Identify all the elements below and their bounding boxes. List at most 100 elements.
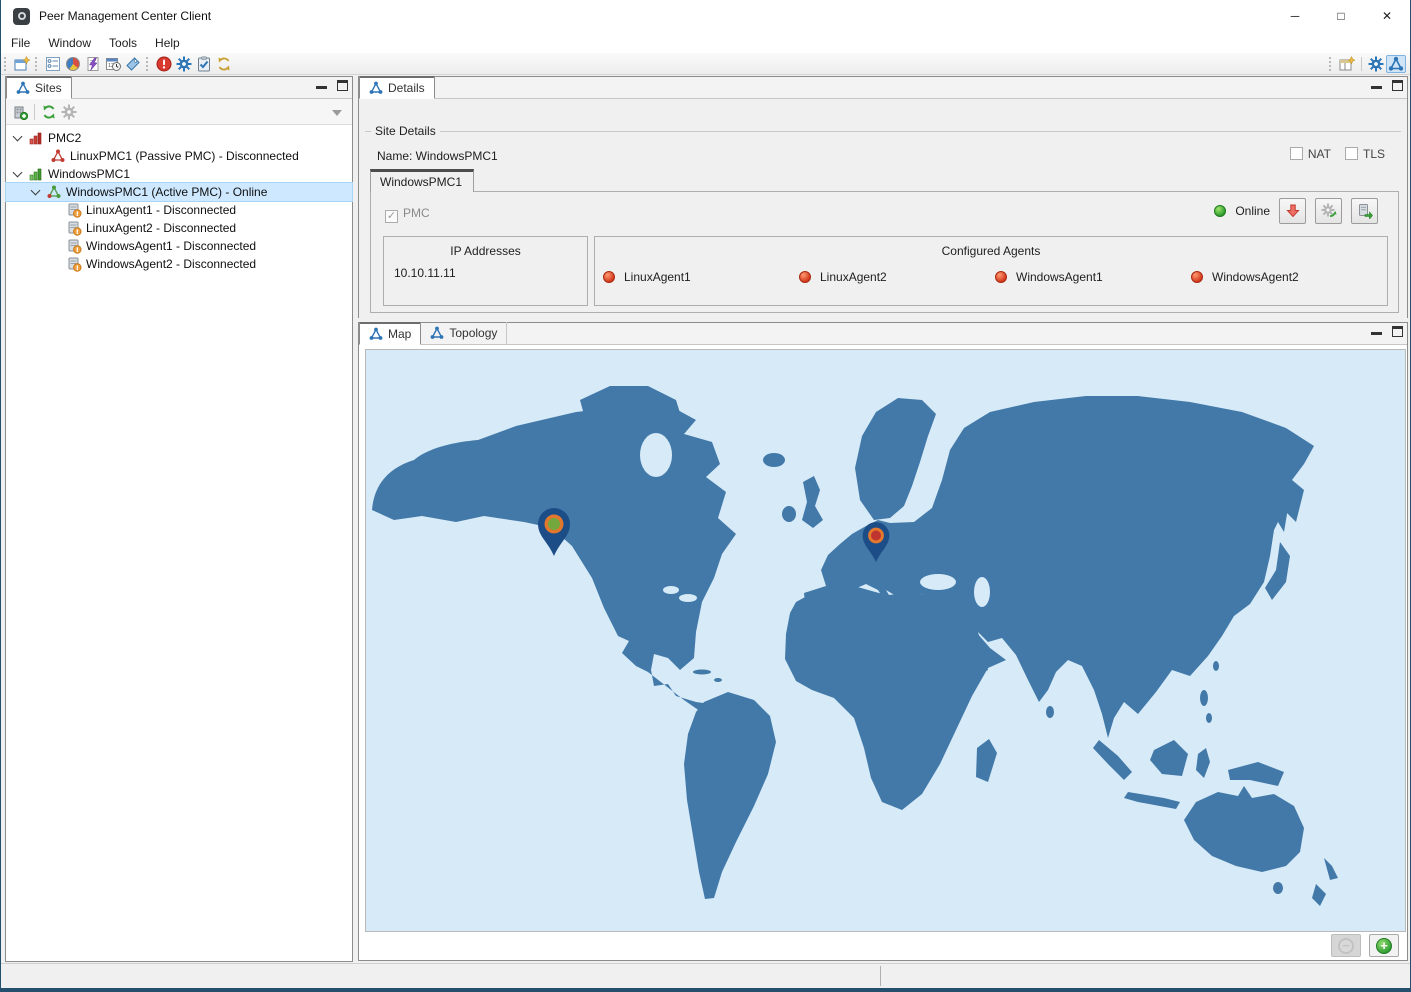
update-sync-icon[interactable]: [214, 55, 234, 73]
views-list-icon[interactable]: [43, 55, 63, 73]
minimize-view-icon[interactable]: [1371, 86, 1382, 89]
tls-checkbox[interactable]: TLS: [1345, 147, 1385, 161]
new-configuration-icon[interactable]: [12, 55, 32, 73]
map-view: Map Topology: [358, 322, 1408, 961]
view-menu-icon[interactable]: [332, 110, 342, 116]
online-status-icon: [1214, 205, 1226, 217]
tab-details[interactable]: Details: [359, 76, 435, 99]
site-name-label: Name: WindowsPMC1: [377, 149, 498, 163]
agent-disconnected-icon: [603, 271, 615, 283]
online-status-label: Online: [1235, 204, 1270, 218]
minimize-view-icon[interactable]: [1371, 332, 1382, 335]
refresh-icon[interactable]: [39, 103, 59, 121]
agent-label: LinuxAgent2: [820, 270, 887, 284]
tree-item-pmc2[interactable]: PMC2: [6, 129, 352, 147]
configured-agents-header: Configured Agents: [595, 237, 1387, 258]
chevron-down-icon[interactable]: [31, 186, 41, 196]
agent-status-item: LinuxAgent2: [799, 270, 995, 284]
maximize-view-icon[interactable]: [1392, 80, 1403, 91]
tree-item-windowsagent2[interactable]: WindowsAgent2 - Disconnected: [6, 255, 352, 273]
alerts-icon[interactable]: [154, 55, 174, 73]
ip-address-value: 10.10.11.11: [384, 258, 587, 280]
zoom-out-icon: −: [1338, 938, 1354, 954]
menu-file[interactable]: File: [2, 34, 39, 52]
agent-status-item: LinuxAgent1: [603, 270, 799, 284]
main-toolbar: 12: [1, 53, 1410, 75]
tree-item-windowsagent1[interactable]: WindowsAgent1 - Disconnected: [6, 237, 352, 255]
sites-view: Sites: [5, 76, 353, 962]
menu-window[interactable]: Window: [39, 34, 100, 52]
tree-item-linuxagent2[interactable]: LinuxAgent2 - Disconnected: [6, 219, 352, 237]
minimize-button[interactable]: ─: [1272, 0, 1318, 32]
statistics-pie-icon[interactable]: [63, 55, 83, 73]
map-tab-bar: Map Topology: [359, 323, 1407, 345]
start-agents-button[interactable]: [1351, 198, 1378, 224]
agent-warning-icon: [66, 256, 82, 272]
ip-addresses-box: IP Addresses 10.10.11.11: [383, 236, 588, 306]
zoom-out-button: −: [1331, 934, 1361, 957]
status-bar-divider: [880, 966, 881, 986]
tree-item-windowspmc1-active[interactable]: WindowsPMC1 (Active PMC) - Online: [6, 183, 352, 201]
pmc-checkbox-box: ✓: [385, 210, 398, 223]
tree-item-linuxagent1[interactable]: LinuxAgent1 - Disconnected: [6, 201, 352, 219]
menu-tools[interactable]: Tools: [100, 34, 146, 52]
tree-item-linuxpmc1[interactable]: LinuxPMC1 (Passive PMC) - Disconnected: [6, 147, 352, 165]
close-button[interactable]: ✕: [1364, 0, 1410, 32]
us-site-pin[interactable]: [536, 508, 572, 561]
tree-item-label: LinuxAgent2 - Disconnected: [86, 221, 236, 235]
tab-windowspmc1[interactable]: WindowsPMC1: [370, 169, 474, 192]
schedule-icon[interactable]: 12: [103, 55, 123, 73]
maximize-button[interactable]: □: [1318, 0, 1364, 32]
maximize-view-icon[interactable]: [1392, 326, 1403, 337]
tree-item-label: LinuxAgent1 - Disconnected: [86, 203, 236, 217]
pmc-checkbox: ✓PMC: [385, 206, 430, 223]
tree-item-label: WindowsAgent2 - Disconnected: [86, 257, 256, 271]
toolbar-grip: [1329, 57, 1334, 71]
tasks-clipboard-icon[interactable]: [194, 55, 214, 73]
tab-sites[interactable]: Sites: [6, 76, 72, 99]
agent-label: LinuxAgent1: [624, 270, 691, 284]
zoom-in-button[interactable]: +: [1369, 934, 1399, 957]
pmc-red-icon: [50, 148, 66, 164]
pmc-perspective-icon[interactable]: [1386, 55, 1406, 73]
tree-item-label: WindowsAgent1 - Disconnected: [86, 239, 256, 253]
site-red-icon: [28, 130, 44, 146]
world-map-continents: [366, 350, 1406, 932]
stop-pmc-button[interactable]: [1279, 198, 1306, 224]
tab-topology-label: Topology: [449, 326, 497, 340]
configured-agents-box: Configured Agents LinuxAgent1 LinuxAgent…: [594, 236, 1388, 306]
tab-sites-label: Sites: [35, 81, 62, 95]
workbench: Sites: [1, 75, 1410, 963]
tree-item-windowspmc1-site[interactable]: WindowsPMC1: [6, 165, 352, 183]
tree-item-label: LinuxPMC1 (Passive PMC) - Disconnected: [70, 149, 299, 163]
maximize-view-icon[interactable]: [337, 80, 348, 91]
sites-local-toolbar: [6, 99, 352, 125]
tls-checkbox-box[interactable]: [1345, 147, 1358, 160]
open-perspective-icon[interactable]: [1337, 55, 1357, 73]
preferences-gear-icon[interactable]: [174, 55, 194, 73]
restart-pmc-button[interactable]: [1315, 198, 1342, 224]
minimize-view-icon[interactable]: [316, 86, 327, 89]
agent-disconnected-icon: [799, 271, 811, 283]
chevron-down-icon[interactable]: [13, 132, 23, 142]
app-icon: [13, 8, 30, 25]
jobs-icon[interactable]: [83, 55, 103, 73]
site-details-group-label: Site Details: [371, 124, 440, 138]
tags-icon[interactable]: [123, 55, 143, 73]
nat-checkbox[interactable]: NAT: [1290, 147, 1331, 161]
world-map[interactable]: [365, 349, 1406, 932]
tree-item-label: PMC2: [48, 131, 81, 145]
add-site-icon[interactable]: [10, 103, 30, 121]
menu-help[interactable]: Help: [146, 34, 189, 52]
nat-checkbox-box[interactable]: [1290, 147, 1303, 160]
europe-site-pin[interactable]: [861, 522, 891, 567]
site-settings-gear-icon[interactable]: [59, 103, 79, 121]
tab-topology[interactable]: Topology: [421, 322, 507, 344]
agent-disconnected-icon: [995, 271, 1007, 283]
chevron-down-icon[interactable]: [13, 168, 23, 178]
toolbar-grip: [35, 57, 40, 71]
settings-gear-icon[interactable]: [1366, 55, 1386, 73]
pmc-green-icon: [46, 184, 62, 200]
tab-map[interactable]: Map: [359, 322, 421, 345]
agent-warning-icon: [66, 202, 82, 218]
